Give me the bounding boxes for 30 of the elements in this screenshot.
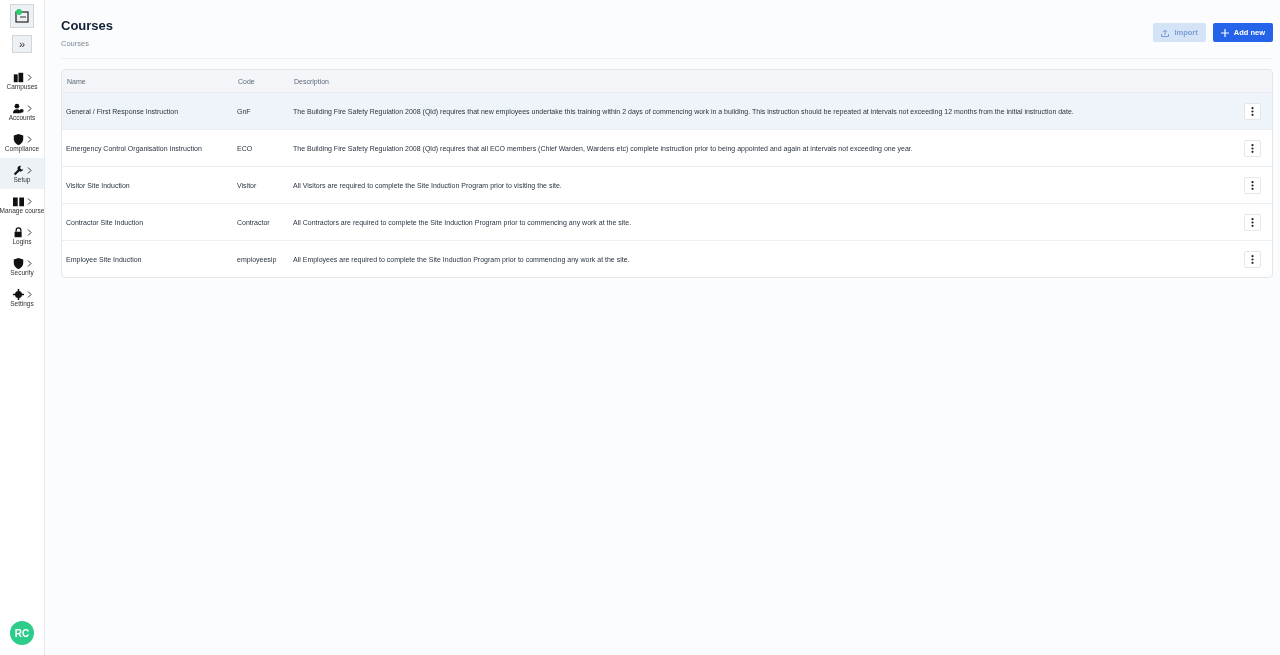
more-options-button[interactable] xyxy=(1243,250,1261,268)
chevron-right-icon xyxy=(26,166,32,174)
page-title: Courses xyxy=(61,18,114,33)
upload-icon xyxy=(1161,28,1170,37)
more-options-button[interactable] xyxy=(1243,139,1261,157)
lock-icon xyxy=(12,226,24,238)
vertical-dots-icon xyxy=(1250,254,1254,264)
expand-button[interactable]: » xyxy=(12,35,32,53)
vertical-dots-icon xyxy=(1250,106,1254,116)
app-logo xyxy=(10,4,34,28)
more-options-button[interactable] xyxy=(1243,176,1261,194)
more-options-button[interactable] xyxy=(1243,213,1261,231)
plus-icon xyxy=(1220,28,1229,37)
chevron-right-icon xyxy=(26,135,32,143)
table-row[interactable] xyxy=(62,93,1272,130)
chevron-right-icon xyxy=(26,228,32,236)
vertical-dots-icon xyxy=(1250,180,1254,190)
building-icon xyxy=(12,71,24,83)
user-gear-icon xyxy=(12,102,24,114)
shield-check-icon xyxy=(12,133,24,145)
chevron-right-icon xyxy=(26,73,32,81)
vertical-dots-icon xyxy=(1250,217,1254,227)
wrench-icon xyxy=(12,164,24,176)
chevron-right-icon xyxy=(26,104,32,112)
shield-icon xyxy=(12,257,24,269)
chevron-right-icon xyxy=(26,197,32,205)
vertical-dots-icon xyxy=(1250,143,1254,153)
chevron-right-icon xyxy=(26,290,32,298)
more-options-button[interactable] xyxy=(1243,102,1261,120)
chevron-right-icon xyxy=(26,259,32,267)
